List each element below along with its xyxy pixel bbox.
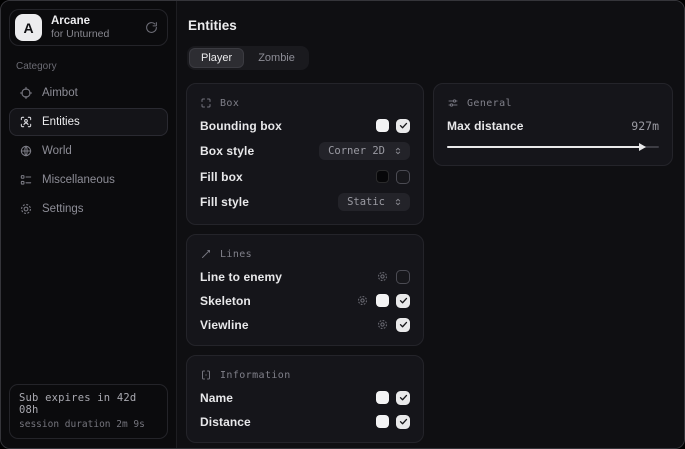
- panel-title: Lines: [220, 249, 252, 260]
- box-panel: Box Bounding box Box style: [186, 83, 424, 225]
- setting-row-line-to-enemy: Line to enemy: [200, 269, 410, 284]
- setting-label: Viewline: [200, 318, 249, 332]
- setting-label: Name: [200, 391, 233, 405]
- main-content: Entities Player Zombie Box: [177, 1, 685, 448]
- app-logo: A: [15, 14, 42, 41]
- fill-box-color-swatch[interactable]: [376, 170, 389, 183]
- max-distance-value: 927m: [631, 119, 659, 133]
- page-title: Entities: [188, 18, 673, 33]
- setting-row-fill-box: Fill box: [200, 169, 410, 184]
- skeleton-settings-gear-icon[interactable]: [356, 294, 369, 307]
- brand-card: A Arcane for Unturned: [9, 9, 168, 46]
- list-grid-icon: [19, 173, 33, 187]
- tab-player[interactable]: Player: [189, 48, 244, 68]
- scan-person-icon: [19, 115, 33, 129]
- entity-tabs: Player Zombie: [187, 46, 309, 70]
- session-duration-text: session duration 2m 9s: [19, 419, 158, 430]
- panel-title: General: [467, 98, 512, 109]
- viewline-checkbox[interactable]: [396, 318, 410, 332]
- viewline-settings-gear-icon[interactable]: [376, 318, 389, 331]
- setting-row-bounding-box: Bounding box: [200, 118, 410, 133]
- sidebar-item-miscellaneous[interactable]: Miscellaneous: [9, 166, 168, 194]
- lines-panel-header: Lines: [200, 248, 410, 260]
- corners-icon: [200, 97, 212, 109]
- panel-title: Information: [220, 370, 291, 381]
- sidebar-item-label: Entities: [42, 116, 80, 128]
- setting-row-fill-style: Fill style Static: [200, 193, 410, 211]
- category-label: Category: [16, 61, 161, 72]
- setting-row-viewline: Viewline: [200, 317, 410, 332]
- panels-area: Box Bounding box Box style: [186, 83, 673, 443]
- tab-zombie[interactable]: Zombie: [246, 48, 307, 68]
- sidebar-item-label: Aimbot: [42, 87, 78, 99]
- refresh-icon[interactable]: [145, 21, 158, 34]
- info-brackets-icon: [200, 369, 212, 381]
- fill-box-checkbox[interactable]: [396, 170, 410, 184]
- skeleton-checkbox[interactable]: [396, 294, 410, 308]
- name-color-swatch[interactable]: [376, 391, 389, 404]
- max-distance-slider[interactable]: [447, 141, 659, 152]
- setting-label: Box style: [200, 144, 254, 158]
- setting-row-box-style: Box style Corner 2D: [200, 142, 410, 160]
- sidebar-item-aimbot[interactable]: Aimbot: [9, 79, 168, 107]
- gear-icon: [19, 202, 33, 216]
- app-window: A Arcane for Unturned Category Aimbot: [0, 0, 685, 449]
- select-chevrons-icon: [393, 146, 403, 156]
- dropdown-value: Static: [347, 196, 385, 208]
- bounding-box-color-swatch[interactable]: [376, 119, 389, 132]
- distance-color-swatch[interactable]: [376, 415, 389, 428]
- subscription-status-card: Sub expires in 42d 08h session duration …: [9, 384, 168, 439]
- information-panel-header: Information: [200, 369, 410, 381]
- diagonal-line-icon: [200, 248, 212, 260]
- setting-label: Max distance: [447, 119, 524, 133]
- sliders-icon: [447, 97, 459, 109]
- setting-label: Line to enemy: [200, 270, 282, 284]
- select-chevrons-icon: [393, 197, 403, 207]
- globe-icon: [19, 144, 33, 158]
- setting-label: Fill style: [200, 195, 249, 209]
- sidebar: A Arcane for Unturned Category Aimbot: [1, 1, 177, 448]
- general-panel-header: General: [447, 97, 659, 109]
- sub-expiry-text: Sub expires in 42d 08h: [19, 392, 158, 416]
- distance-checkbox[interactable]: [396, 415, 410, 429]
- setting-row-max-distance: Max distance 927m: [447, 118, 659, 133]
- line-to-enemy-checkbox[interactable]: [396, 270, 410, 284]
- fill-style-dropdown[interactable]: Static: [338, 193, 410, 211]
- general-panel: General Max distance 927m: [433, 83, 673, 166]
- setting-row-distance: Distance: [200, 414, 410, 429]
- sidebar-item-entities[interactable]: Entities: [9, 108, 168, 136]
- sidebar-item-settings[interactable]: Settings: [9, 195, 168, 223]
- sidebar-nav: Aimbot Entities World: [9, 79, 168, 224]
- app-name: Arcane: [51, 15, 136, 29]
- sidebar-item-label: World: [42, 145, 72, 157]
- sidebar-item-label: Miscellaneous: [42, 174, 115, 186]
- max-distance-slider-fill[interactable]: [447, 146, 644, 148]
- box-style-dropdown[interactable]: Corner 2D: [319, 142, 410, 160]
- bounding-box-checkbox[interactable]: [396, 119, 410, 133]
- sidebar-item-world[interactable]: World: [9, 137, 168, 165]
- setting-row-name: Name: [200, 390, 410, 405]
- name-checkbox[interactable]: [396, 391, 410, 405]
- setting-label: Skeleton: [200, 294, 251, 308]
- skeleton-color-swatch[interactable]: [376, 294, 389, 307]
- setting-row-skeleton: Skeleton: [200, 293, 410, 308]
- line-to-enemy-settings-gear-icon[interactable]: [376, 270, 389, 283]
- setting-label: Distance: [200, 415, 251, 429]
- brand-text: Arcane for Unturned: [51, 15, 136, 41]
- sidebar-item-label: Settings: [42, 203, 84, 215]
- app-tagline: for Unturned: [51, 28, 136, 40]
- setting-label: Bounding box: [200, 119, 282, 133]
- box-panel-header: Box: [200, 97, 410, 109]
- crosshair-icon: [19, 86, 33, 100]
- lines-panel: Lines Line to enemy: [186, 234, 424, 346]
- information-panel: Information Name Distance: [186, 355, 424, 443]
- dropdown-value: Corner 2D: [328, 145, 385, 157]
- setting-label: Fill box: [200, 170, 243, 184]
- panel-title: Box: [220, 98, 239, 109]
